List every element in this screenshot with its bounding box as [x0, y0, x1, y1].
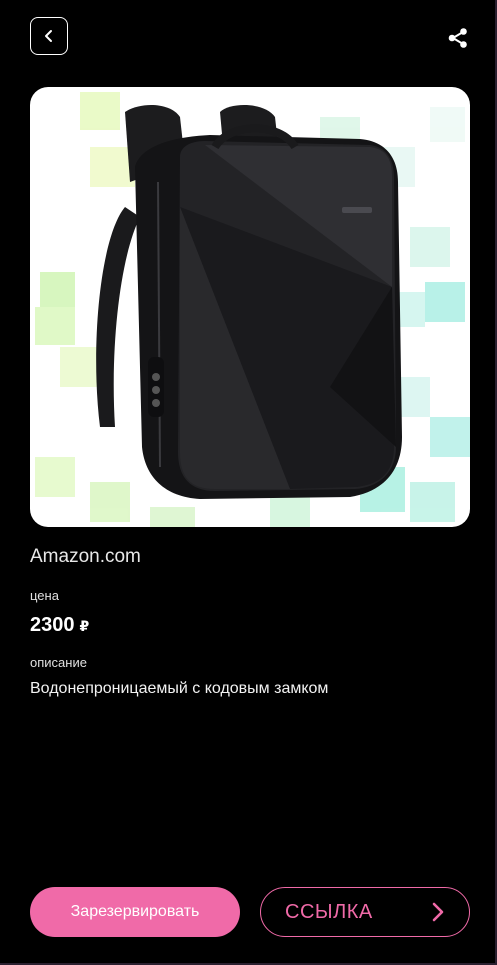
- back-button[interactable]: [30, 17, 68, 55]
- currency-symbol: ₽: [79, 618, 90, 634]
- chevron-right-icon: [432, 902, 444, 922]
- store-name: Amazon.com: [30, 546, 141, 567]
- link-button[interactable]: ССЫЛКА: [260, 887, 470, 937]
- share-icon: [448, 28, 467, 48]
- description-text: Водонепроницаемый с кодовым замком: [30, 680, 329, 697]
- price-label: цена: [30, 588, 59, 603]
- product-screen: Amazon.com цена 2300 ₽ описание Водонепр…: [0, 0, 497, 965]
- share-button[interactable]: [444, 25, 472, 51]
- backpack-image: [35, 92, 470, 527]
- link-button-label: ССЫЛКА: [285, 900, 373, 923]
- chevron-left-icon: [45, 30, 52, 42]
- price: 2300 ₽: [30, 614, 89, 637]
- price-value: 2300: [30, 614, 75, 636]
- product-image[interactable]: [30, 87, 470, 527]
- reserve-button[interactable]: Зарезервировать: [30, 887, 240, 937]
- description-label: описание: [30, 655, 87, 670]
